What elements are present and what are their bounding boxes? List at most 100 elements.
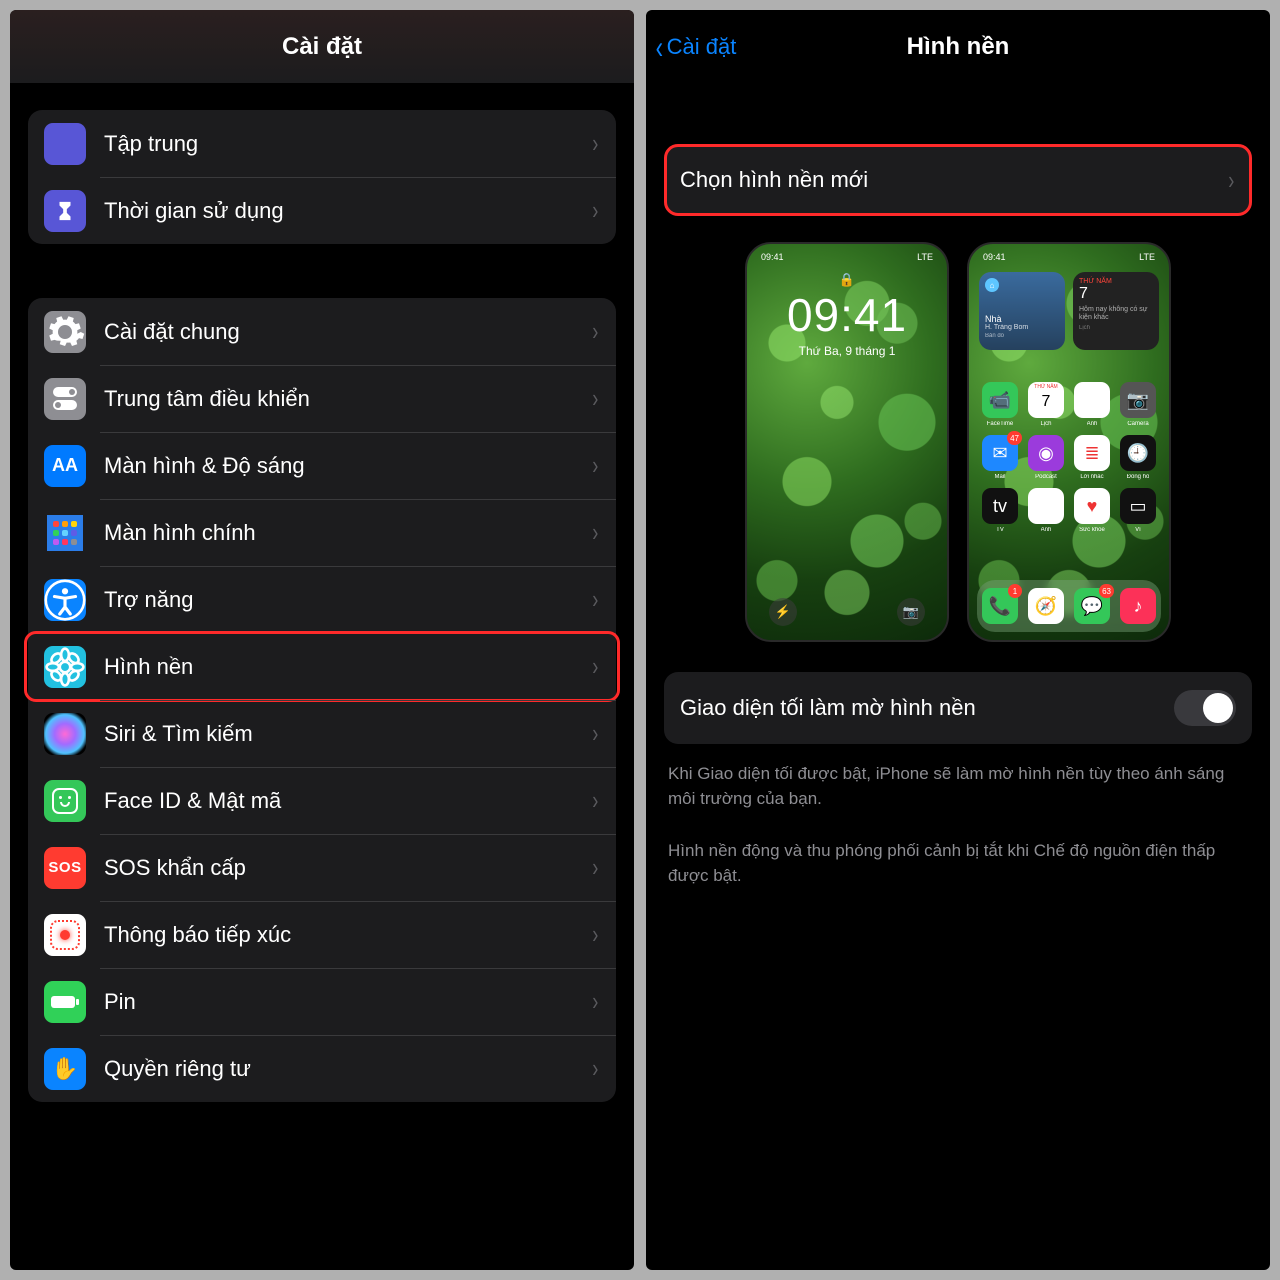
- homescreen-preview[interactable]: 09:41 LTE ⌂ Nhà H. Trảng Bom Bản đồ THỨ …: [967, 242, 1171, 642]
- battery-label: Pin: [104, 989, 591, 1015]
- home-screen-label: Màn hình chính: [104, 520, 591, 546]
- siri-icon: [44, 713, 86, 755]
- back-button[interactable]: ‹ Cài đặt: [654, 31, 736, 63]
- settings-row-accessibility[interactable]: Trợ năng›: [28, 566, 616, 633]
- chevron-right-icon: ›: [593, 383, 599, 414]
- dim-wallpaper-label: Giao diện tối làm mờ hình nền: [680, 695, 1174, 721]
- app-Ảnh: ✿Ảnh: [1027, 488, 1065, 533]
- settings-row-home-screen[interactable]: Màn hình chính›: [28, 499, 616, 566]
- wallpaper-previews: 09:41 LTE 🔒 09:41 Thứ Ba, 9 tháng 1 ⚡ 📷 …: [664, 242, 1252, 642]
- exposure-icon: [44, 914, 86, 956]
- lock-bottom-actions: ⚡ 📷: [747, 598, 947, 626]
- choose-wallpaper-label: Chọn hình nền mới: [680, 167, 1227, 193]
- home-statusbar: 09:41 LTE: [969, 252, 1169, 262]
- wallpaper-label: Hình nền: [104, 654, 591, 680]
- chevron-right-icon: ›: [593, 195, 599, 226]
- dim-wallpaper-row[interactable]: Giao diện tối làm mờ hình nền: [664, 672, 1252, 744]
- footnote-1: Khi Giao diện tối được bật, iPhone sẽ là…: [664, 762, 1252, 811]
- settings-group-1: Tập trung›Thời gian sử dụng›: [28, 110, 616, 244]
- accessibility-label: Trợ năng: [104, 587, 591, 613]
- dim-wallpaper-switch[interactable]: [1174, 690, 1236, 726]
- dock-app: 💬63: [1074, 588, 1110, 624]
- settings-row-display[interactable]: AAMàn hình & Độ sáng›: [28, 432, 616, 499]
- battery-icon: [44, 981, 86, 1023]
- app-TV: tvTV: [981, 488, 1019, 533]
- settings-row-faceid[interactable]: Face ID & Mật mã›: [28, 767, 616, 834]
- lock-date: Thứ Ba, 9 tháng 1: [747, 344, 947, 358]
- app-Lịch: THỨ NĂM7Lịch: [1027, 382, 1065, 427]
- switch-knob: [1203, 693, 1233, 723]
- lock-time: 09:41: [747, 288, 947, 342]
- chevron-left-icon: ‹: [656, 31, 663, 63]
- chevron-right-icon: ›: [593, 718, 599, 749]
- wallpaper-body: Chọn hình nền mới › 09:41 LTE 🔒 09:41 Th…: [646, 84, 1270, 889]
- chevron-right-icon: ›: [593, 450, 599, 481]
- chevron-right-icon: ›: [593, 919, 599, 950]
- settings-row-battery[interactable]: Pin›: [28, 968, 616, 1035]
- app-Podcast: ◉Podcast: [1027, 435, 1065, 480]
- control-center-label: Trung tâm điều khiển: [104, 386, 591, 412]
- back-label: Cài đặt: [667, 34, 737, 60]
- privacy-icon: ✋: [44, 1048, 86, 1090]
- settings-row-wallpaper[interactable]: Hình nền›: [28, 633, 616, 700]
- settings-group-2: Cài đặt chung›Trung tâm điều khiển›AAMàn…: [28, 298, 616, 1102]
- flashlight-icon: ⚡: [769, 598, 797, 626]
- accessibility-icon: [44, 579, 86, 621]
- general-label: Cài đặt chung: [104, 319, 591, 345]
- chevron-right-icon: ›: [593, 584, 599, 615]
- camera-icon: 📷: [897, 598, 925, 626]
- app-FaceTime: 📹FaceTime: [981, 382, 1019, 427]
- focus-label: Tập trung: [104, 131, 591, 157]
- privacy-label: Quyền riêng tư: [104, 1056, 591, 1082]
- screentime-label: Thời gian sử dụng: [104, 198, 591, 224]
- home-screen-icon: [44, 512, 86, 554]
- app-Đồng hồ: 🕘Đồng hồ: [1119, 435, 1157, 480]
- settings-row-general[interactable]: Cài đặt chung›: [28, 298, 616, 365]
- exposure-label: Thông báo tiếp xúc: [104, 922, 591, 948]
- app-Camera: 📷Camera: [1119, 382, 1157, 427]
- footnote-2: Hình nền động và thu phóng phối cảnh bị …: [664, 839, 1252, 888]
- chevron-right-icon: ›: [593, 1053, 599, 1084]
- settings-row-exposure[interactable]: Thông báo tiếp xúc›: [28, 901, 616, 968]
- wallpaper-panel: ‹ Cài đặt Hình nền Chọn hình nền mới › 0…: [646, 10, 1270, 1270]
- lock-statusbar: 09:41 LTE: [747, 252, 947, 262]
- sos-label: SOS khẩn cấp: [104, 855, 591, 881]
- wallpaper-title: Hình nền: [907, 33, 1010, 61]
- chevron-right-icon: ›: [593, 651, 599, 682]
- chevron-right-icon: ›: [593, 517, 599, 548]
- settings-row-screentime[interactable]: Thời gian sử dụng›: [28, 177, 616, 244]
- chevron-right-icon: ›: [593, 852, 599, 883]
- chevron-right-icon: ›: [1229, 165, 1235, 196]
- chevron-right-icon: ›: [593, 785, 599, 816]
- widget-home: ⌂ Nhà H. Trảng Bom Bản đồ: [979, 272, 1065, 350]
- settings-row-privacy[interactable]: ✋ Quyền riêng tư›: [28, 1035, 616, 1102]
- sos-icon: SOS: [44, 847, 86, 889]
- control-center-icon: [44, 378, 86, 420]
- display-icon: AA: [44, 445, 86, 487]
- settings-row-focus[interactable]: Tập trung›: [28, 110, 616, 177]
- dock-app: 📞1: [982, 588, 1018, 624]
- lockscreen-preview[interactable]: 09:41 LTE 🔒 09:41 Thứ Ba, 9 tháng 1 ⚡ 📷: [745, 242, 949, 642]
- home-widgets: ⌂ Nhà H. Trảng Bom Bản đồ THỨ NĂM 7 Hôm …: [979, 272, 1159, 350]
- siri-label: Siri & Tìm kiếm: [104, 721, 591, 747]
- lock-icon: 🔒: [747, 272, 947, 288]
- home-dock: 📞1 🧭 💬63 ♪: [977, 580, 1161, 632]
- general-icon: [44, 311, 86, 353]
- app-Ảnh: ❖Ảnh: [1073, 382, 1111, 427]
- dock-app: ♪: [1120, 588, 1156, 624]
- wallpaper-header: ‹ Cài đặt Hình nền: [646, 10, 1270, 84]
- choose-wallpaper-row[interactable]: Chọn hình nền mới ›: [664, 144, 1252, 216]
- chevron-right-icon: ›: [593, 128, 599, 159]
- settings-title: Cài đặt: [10, 10, 634, 84]
- faceid-icon: [44, 780, 86, 822]
- home-app-grid: 📹FaceTimeTHỨ NĂM7Lịch❖Ảnh📷Camera✉47Mail◉…: [981, 382, 1157, 533]
- settings-panel: Cài đặt Tập trung›Thời gian sử dụng› Cài…: [10, 10, 634, 1270]
- settings-row-sos[interactable]: SOS SOS khẩn cấp›: [28, 834, 616, 901]
- focus-icon: [44, 123, 86, 165]
- dock-app: 🧭: [1028, 588, 1064, 624]
- widget-calendar: THỨ NĂM 7 Hôm nay không có sự kiện khác …: [1073, 272, 1159, 350]
- settings-row-siri[interactable]: Siri & Tìm kiếm›: [28, 700, 616, 767]
- settings-body[interactable]: Tập trung›Thời gian sử dụng› Cài đặt chu…: [10, 84, 634, 1270]
- app-Sức khỏe: ♥Sức khỏe: [1073, 488, 1111, 533]
- settings-row-control-center[interactable]: Trung tâm điều khiển›: [28, 365, 616, 432]
